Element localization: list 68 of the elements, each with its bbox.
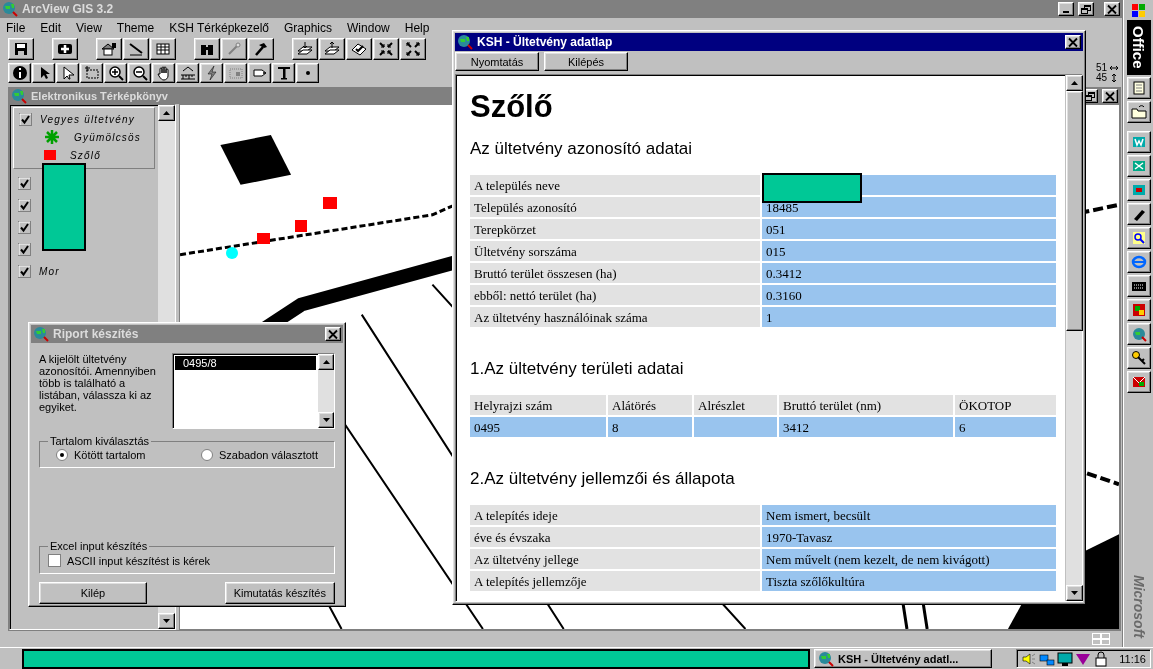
window-title: Elektronikus Térképkönyv <box>31 90 168 102</box>
field-label: Bruttó terület összesen (ha) <box>470 263 760 283</box>
field-value: 0.3160 <box>762 285 1056 305</box>
legend-label: Vegyes ültetvény <box>40 113 135 125</box>
field-label: Terepkörzet <box>470 219 760 239</box>
column-header: Alrészlet <box>694 395 777 415</box>
section-heading: 2.Az ültetvény jellemzői és állapota <box>470 469 736 489</box>
menu-item[interactable]: KSH Térképkezelő <box>169 20 269 35</box>
field-value: 051 <box>762 219 1056 239</box>
list-item[interactable]: 0495/8 <box>175 356 316 370</box>
dialog-button[interactable]: Kilép <box>39 582 147 604</box>
column-header: Bruttó terület (nm) <box>779 395 953 415</box>
checkbox-label: ASCII input készítést is kérek <box>67 554 211 567</box>
menu-item[interactable]: Window <box>347 20 390 35</box>
section-heading: Az ültetvény azonosító adatai <box>470 139 694 159</box>
column-header: ÖKOTOP <box>955 395 1056 415</box>
group-title: Excel input készítés <box>49 540 149 552</box>
field-value: 1970-Tavasz <box>762 527 1056 547</box>
coordinate-readout: 51 <box>1095 63 1107 73</box>
field-label: ebből: nettó terület (ha) <box>470 285 760 305</box>
table-cell: 0495 <box>470 417 606 437</box>
field-value: 0.3412 <box>762 263 1056 283</box>
menu-item[interactable]: File <box>6 20 26 35</box>
menu-item[interactable]: Help <box>404 20 430 35</box>
menu-item[interactable]: Edit <box>40 20 62 35</box>
field-value: 1 <box>762 307 1056 327</box>
field-label: A telepítés ideje <box>470 505 760 525</box>
dialog-title: Riport készítés <box>53 327 139 341</box>
column-header: Alátörés <box>608 395 692 415</box>
toolbar-button[interactable]: Nyomtatás <box>455 52 539 71</box>
field-value: 015 <box>762 241 1056 261</box>
field-label: éve és évszaka <box>470 527 760 547</box>
section-heading: 1.Az ültetvény területi adatai <box>470 359 685 379</box>
table-cell: 3412 <box>779 417 953 437</box>
menu-item[interactable]: Graphics <box>284 20 333 35</box>
window-title: KSH - Ültetvény adatlap <box>477 35 613 49</box>
coordinate-readout: 45 <box>1095 73 1107 83</box>
group-title: Tartalom kiválasztás <box>49 435 151 447</box>
menu-item[interactable]: Theme <box>116 20 155 35</box>
field-label: A telepítés jellemzője <box>470 571 760 591</box>
radio-label: Szabadon választott <box>218 449 318 461</box>
radio-label: Kötött tartalom <box>74 449 146 461</box>
list-box[interactable]: 0495/8 <box>172 353 335 429</box>
column-header: Helyrajzi szám <box>470 395 606 415</box>
legend-label: Gyümölcsös <box>74 131 141 143</box>
field-label: Település azonosító <box>470 197 760 217</box>
field-label: Ültetvény sorszáma <box>470 241 760 261</box>
clock: 11:16 <box>1119 652 1146 665</box>
field-label: Az ültetvény jellege <box>470 549 760 569</box>
legend-label: Szőlő <box>70 149 101 161</box>
window-title: ArcView GIS 3.2 <box>22 2 114 16</box>
toolbar-button[interactable]: Kilépés <box>544 52 628 71</box>
page-heading: Szőlő <box>470 89 554 125</box>
field-label: Az ültetvény használóinak száma <box>470 307 760 327</box>
dialog-button[interactable]: Kimutatás készítés <box>224 582 335 604</box>
field-value: 18485 <box>762 197 1056 217</box>
taskbar-button[interactable]: KSH - Ültetvény adatl... <box>814 649 992 668</box>
field-value: Nem ismert, becsült <box>762 505 1056 525</box>
menu-item[interactable]: View <box>76 20 102 35</box>
theme-label: Mor <box>39 265 60 277</box>
table-cell: 6 <box>955 417 1056 437</box>
field-value: Tiszta szőlőkultúra <box>762 571 1056 591</box>
table-cell: 8 <box>608 417 692 437</box>
field-value: Nem művelt (nem kezelt, de nem kivágott) <box>762 549 1056 569</box>
field-label: A település neve <box>470 175 760 195</box>
office-label: Office <box>1126 20 1151 75</box>
instruction-text: A kijelölt ültetvény azonosítói. Amennyiben több is található a listában, válassza ki az egyiket. <box>39 353 157 415</box>
brand-label: Microsoft <box>1130 575 1147 638</box>
